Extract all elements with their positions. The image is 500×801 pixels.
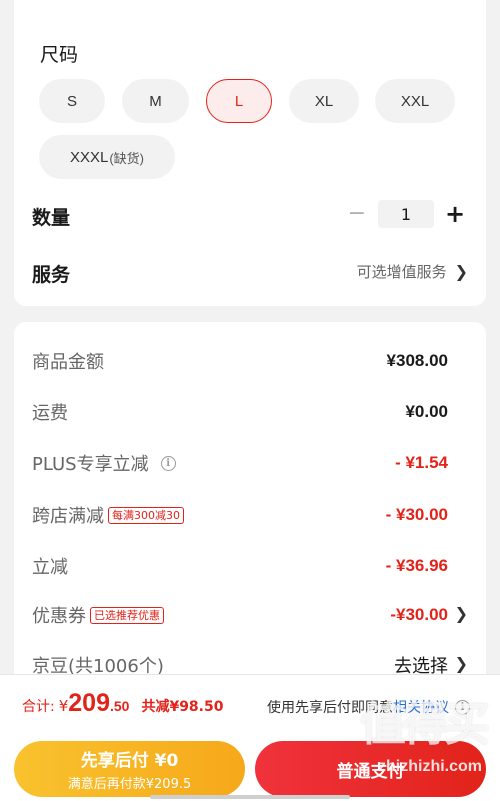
- chevron-right-icon: ❯: [454, 604, 468, 623]
- normal-pay-label: 普通支付: [336, 761, 405, 782]
- agreement-text: 使用先享后付即同意: [267, 700, 393, 716]
- normal-pay-button[interactable]: 普通支付: [255, 741, 486, 797]
- quantity-label: 数量: [32, 207, 71, 229]
- service-value: 可选增值服务: [356, 263, 447, 281]
- total-currency: ¥: [58, 697, 69, 715]
- size-option-xxl[interactable]: XXL: [375, 79, 455, 123]
- shipping-row: 运费 ¥0.00: [32, 399, 448, 425]
- cross-store-tag: 每满300减30: [108, 506, 184, 524]
- chevron-right-icon: ❯: [454, 262, 468, 281]
- shipping-label: 运费: [32, 403, 68, 424]
- size-option-label: XL: [314, 92, 334, 110]
- out-of-stock-note: (缺货): [109, 150, 145, 166]
- price-summary-card: 商品金额 ¥308.00 运费 ¥0.00 PLUS专享立减 i - ¥1.54…: [14, 322, 486, 702]
- cross-store-value: - ¥30.00: [385, 505, 448, 524]
- size-option-xl[interactable]: XL: [289, 79, 359, 123]
- coupon-label: 优惠券: [32, 606, 86, 627]
- cross-store-label: 跨店满减: [32, 506, 104, 527]
- shipping-value: ¥0.00: [405, 402, 448, 421]
- quantity-plus-button[interactable]: +: [442, 200, 468, 228]
- plus-discount-value: - ¥1.54: [395, 453, 448, 472]
- size-option-label: XXL: [400, 92, 430, 110]
- size-option-xxxl-out-of-stock[interactable]: XXXL (缺货): [39, 135, 175, 179]
- size-option-l-selected[interactable]: L: [206, 79, 272, 123]
- coupon-label-wrap: 优惠券 已选推荐优惠: [32, 602, 164, 628]
- total-label: 合计:: [22, 699, 55, 715]
- size-option-s[interactable]: S: [39, 79, 105, 123]
- goods-amount-label: 商品金额: [32, 352, 104, 373]
- instant-discount-row: 立减 - ¥36.96: [32, 553, 448, 579]
- chevron-right-icon: ❯: [454, 654, 468, 673]
- quantity-minus-button[interactable]: −: [344, 200, 370, 228]
- coupon-tag: 已选推荐优惠: [90, 606, 164, 624]
- service-label: 服务: [32, 264, 71, 286]
- total-decimal: .50: [109, 698, 130, 714]
- agreement-note: 使用先享后付即同意 相关协议 i: [267, 697, 470, 717]
- order-total: 合计: ¥ 209 .50 共减¥98.50: [22, 689, 223, 718]
- goods-amount-row: 商品金额 ¥308.00: [32, 348, 448, 374]
- plus-discount-row: PLUS专享立减 i - ¥1.54: [32, 450, 448, 476]
- quantity-stepper: − 1 +: [344, 200, 468, 228]
- coupon-row[interactable]: 优惠券 已选推荐优惠 -¥30.00: [32, 602, 448, 628]
- instant-discount-label: 立减: [32, 557, 68, 578]
- pay-later-title: 先享后付 ¥0: [80, 751, 179, 771]
- quantity-value[interactable]: 1: [378, 200, 434, 228]
- plus-discount-label-wrap: PLUS专享立减 i: [32, 450, 176, 476]
- info-icon[interactable]: i: [160, 455, 176, 471]
- cross-store-label-wrap: 跨店满减 每满300减30: [32, 502, 184, 528]
- goods-amount-value: ¥308.00: [386, 351, 448, 370]
- size-option-label: S: [66, 92, 77, 110]
- size-option-label: M: [149, 92, 162, 110]
- agreement-link[interactable]: 相关协议: [393, 697, 449, 717]
- checkout-bar: 合计: ¥ 209 .50 共减¥98.50 使用先享后付即同意 相关协议 i …: [0, 674, 500, 801]
- pay-later-button[interactable]: 先享后付 ¥0 满意后再付款¥209.5: [14, 741, 245, 797]
- product-options-card: 尺码 S M L XL XXL XXXL (缺货) 数量 − 1 + 服务 可选增…: [14, 0, 486, 306]
- total-integer: 209: [68, 689, 110, 717]
- cross-store-row: 跨店满减 每满300减30 - ¥30.00: [32, 502, 448, 528]
- instant-discount-value: - ¥36.96: [385, 556, 448, 575]
- pay-later-subtitle: 满意后再付款¥209.5: [67, 777, 192, 792]
- home-indicator: [150, 795, 350, 799]
- coupon-value: -¥30.00: [390, 605, 448, 624]
- size-option-label: XXXL: [69, 148, 109, 166]
- total-saved: 共减¥98.50: [141, 699, 224, 715]
- plus-discount-label: PLUS专享立减: [32, 454, 149, 475]
- size-title: 尺码: [40, 44, 79, 66]
- size-option-m[interactable]: M: [122, 79, 189, 123]
- info-icon[interactable]: i: [455, 699, 470, 715]
- service-selector[interactable]: 可选增值服务 ❯: [357, 261, 468, 282]
- size-option-label: L: [234, 92, 244, 110]
